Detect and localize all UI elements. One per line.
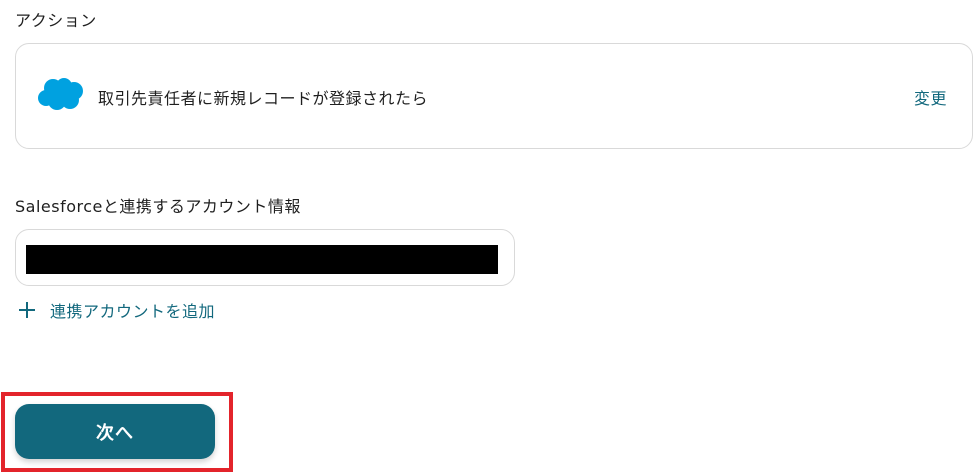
change-action-link[interactable]: 変更 [914,85,947,109]
action-section-label: アクション [15,11,97,30]
action-title: 取引先責任者に新規レコードが登録されたら [98,89,429,108]
salesforce-cloud-icon [38,78,83,110]
add-account-label: 連携アカウントを追加 [50,302,216,321]
account-section-label: Salesforceと連携するアカウント情報 [15,197,301,216]
next-button[interactable]: 次へ [15,404,215,459]
action-card: 取引先責任者に新規レコードが登録されたら 変更 [15,43,973,149]
account-select-field[interactable] [15,229,515,286]
page: アクション 取引先責任者に新規レコードが登録されたら 変更 Salesforce… [0,0,978,475]
plus-icon [18,301,36,319]
add-account-link[interactable]: 連携アカウントを追加 [18,297,215,323]
redacted-account-value [26,245,498,274]
